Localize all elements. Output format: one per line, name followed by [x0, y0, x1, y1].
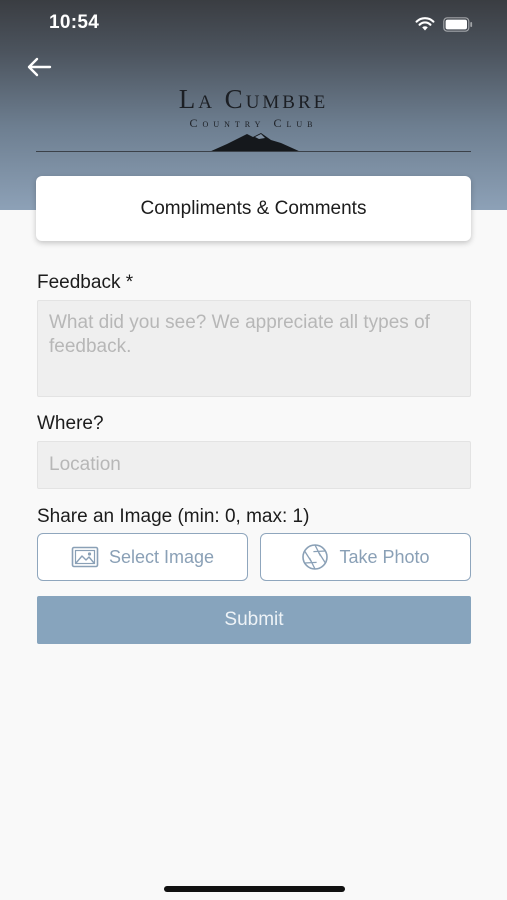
- logo-subtitle: Country Club: [189, 116, 318, 130]
- take-photo-button[interactable]: Take Photo: [260, 533, 471, 581]
- status-bar: 10:54: [0, 0, 507, 48]
- mountain-logo-icon: [209, 133, 301, 152]
- battery-icon: [443, 16, 473, 32]
- club-logo: La Cumbre Country Club: [36, 84, 471, 154]
- camera-aperture-icon: [302, 544, 329, 570]
- location-field[interactable]: [37, 441, 471, 489]
- wifi-icon: [415, 17, 435, 31]
- where-label: Where?: [37, 413, 104, 434]
- take-photo-label: Take Photo: [339, 546, 430, 567]
- submit-button[interactable]: Submit: [37, 596, 471, 644]
- feedback-field[interactable]: [37, 300, 471, 397]
- submit-label: Submit: [224, 609, 284, 630]
- share-image-label: Share an Image (min: 0, max: 1): [37, 506, 310, 527]
- logo-title: La Cumbre: [178, 84, 329, 114]
- status-icons: [415, 14, 473, 34]
- feedback-label: Feedback *: [37, 272, 134, 293]
- page-title: Compliments & Comments: [140, 197, 367, 219]
- status-time: 10:54: [49, 12, 100, 33]
- page-title-card: Compliments & Comments: [36, 176, 471, 241]
- select-image-button[interactable]: Select Image: [37, 533, 248, 581]
- back-arrow-icon: [27, 57, 52, 77]
- logo-divider: [36, 151, 471, 152]
- home-indicator[interactable]: [164, 886, 345, 892]
- select-image-label: Select Image: [108, 546, 215, 567]
- back-button[interactable]: [24, 54, 54, 80]
- image-icon: [71, 546, 99, 568]
